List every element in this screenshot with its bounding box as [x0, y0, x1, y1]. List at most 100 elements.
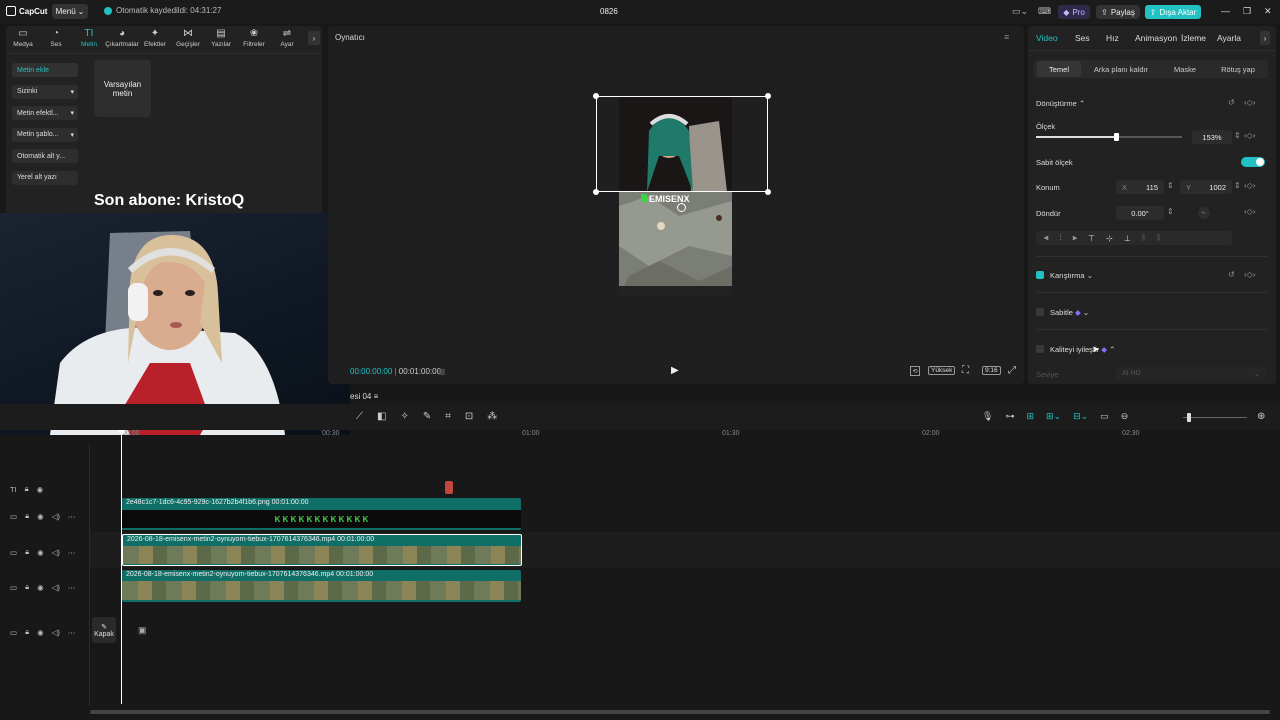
- list-icon[interactable]: ≡: [374, 392, 379, 401]
- more-icon[interactable]: ⋯: [68, 583, 76, 592]
- resize-handle[interactable]: [765, 93, 771, 99]
- keyframe-diamond-icon[interactable]: ‹◇›: [1244, 131, 1255, 140]
- export-button[interactable]: ⇧ Dışa Aktar: [1145, 5, 1201, 19]
- inspector-tab[interactable]: Video: [1036, 33, 1058, 43]
- share-button[interactable]: ⇪ Paylaş: [1096, 5, 1140, 19]
- align-center-h-icon[interactable]: ⫶: [1060, 233, 1062, 243]
- lock-icon[interactable]: 🔒︎: [25, 582, 29, 592]
- tool-tab-geçişler[interactable]: ⋈ Geçişler: [173, 28, 203, 52]
- freeze-icon[interactable]: ✧: [400, 411, 408, 422]
- tool-tab-yazılar[interactable]: ▤ Yazılar: [206, 28, 236, 52]
- playhead[interactable]: [121, 430, 122, 704]
- keyframe-diamond-icon[interactable]: ‹◇›: [1244, 270, 1255, 279]
- align-left-icon[interactable]: ⫷: [1044, 233, 1049, 243]
- eye-icon[interactable]: ◉: [37, 512, 44, 521]
- stabilize-checkbox[interactable]: [1036, 308, 1044, 316]
- align-center-v-icon[interactable]: ⊹: [1106, 234, 1113, 243]
- blend-checkbox[interactable]: [1036, 271, 1044, 279]
- stepper-icon[interactable]: ⇕: [1167, 207, 1174, 216]
- layout-icon[interactable]: ▭⌄: [1012, 6, 1028, 17]
- more-icon[interactable]: ⋯: [68, 548, 76, 557]
- inspector-tab[interactable]: Ses: [1075, 33, 1090, 43]
- speaker-icon[interactable]: ◁): [52, 628, 60, 637]
- split-icon[interactable]: ⟋: [356, 411, 363, 422]
- resize-handle[interactable]: [593, 93, 599, 99]
- keyframe-diamond-icon[interactable]: ‹◇›: [1244, 207, 1255, 216]
- more-icon[interactable]: ⋯: [68, 512, 76, 521]
- sidebar-item[interactable]: Otomatik alt y...: [12, 149, 78, 163]
- scale-slider[interactable]: [1036, 133, 1182, 141]
- magic-icon[interactable]: ✎: [423, 411, 431, 422]
- inspector-subtab[interactable]: Arka planı kaldır: [1086, 61, 1156, 77]
- eye-icon[interactable]: ◉: [37, 548, 44, 557]
- inspector-subtab[interactable]: Temel: [1037, 61, 1081, 77]
- magnet-icon[interactable]: ⊞: [1026, 411, 1034, 422]
- sidebar-item[interactable]: Metin ekle: [12, 63, 78, 77]
- zoom-slider-knob[interactable]: [1187, 413, 1191, 422]
- align-right-icon[interactable]: ⫸: [1073, 233, 1078, 243]
- tool-tab-efektler[interactable]: ✦ Efektler: [140, 28, 170, 52]
- reset-icon[interactable]: ↺: [1228, 270, 1235, 279]
- uniform-scale-toggle[interactable]: [1241, 157, 1265, 167]
- zoom-in-icon[interactable]: ⊕: [1257, 411, 1265, 422]
- stepper-icon[interactable]: ⇕: [1167, 181, 1174, 190]
- microphone-icon[interactable]: 🎙: [982, 411, 993, 422]
- lock-icon[interactable]: 🔒︎: [25, 547, 29, 557]
- reset-icon[interactable]: ↺: [1228, 98, 1235, 107]
- snap-icon[interactable]: ⊞⌄: [1046, 411, 1061, 422]
- default-text-card[interactable]: Varsayılan metin: [94, 60, 151, 117]
- enhance-checkbox[interactable]: [1036, 345, 1044, 353]
- enhance-section[interactable]: Kaliteyi iyileştir ◆ ⌃: [1050, 345, 1115, 354]
- eye-icon[interactable]: ◉: [37, 485, 44, 494]
- ratio-lock-icon[interactable]: ⟲: [910, 366, 920, 376]
- chevron-right-icon[interactable]: ›: [1260, 31, 1270, 45]
- resize-handle[interactable]: [765, 189, 771, 195]
- image-clip[interactable]: 2e48c1c7-1dc6-4c95-929c-1627b2b4f1b6.png…: [122, 498, 521, 530]
- tool-tab-ayar[interactable]: ⇌ Ayar: [272, 28, 302, 52]
- tool-tab-metin[interactable]: TI Metin: [74, 28, 104, 52]
- distribute-v-icon[interactable]: ⫼: [1156, 233, 1160, 243]
- video-clip-selected[interactable]: 2026-08-18-emisenx-metin2-oynuyorn-tiebu…: [122, 534, 522, 566]
- replace-icon[interactable]: ⊡: [465, 411, 473, 422]
- scale-slider-knob[interactable]: [1114, 133, 1120, 141]
- speaker-icon[interactable]: ◁): [52, 583, 60, 592]
- ratio-selector[interactable]: 9:16: [982, 366, 1001, 375]
- tool-tab-medya[interactable]: ▭ Medya: [8, 28, 38, 52]
- marker[interactable]: [445, 481, 453, 494]
- selection-box[interactable]: [596, 96, 768, 192]
- close-icon[interactable]: ✕: [1264, 6, 1272, 17]
- stepper-icon[interactable]: ⇕: [1234, 131, 1241, 140]
- lock-icon[interactable]: 🔒︎: [25, 627, 29, 637]
- lock-icon[interactable]: 🔒︎: [25, 484, 29, 494]
- mirror-icon[interactable]: ◧: [377, 411, 386, 422]
- scale-value-input[interactable]: 153%: [1192, 130, 1232, 144]
- distribute-h-icon[interactable]: ⫼: [1142, 233, 1146, 243]
- align-bottom-icon[interactable]: ⊥: [1124, 234, 1131, 243]
- more-icon[interactable]: ⋯: [68, 628, 76, 637]
- cover-button[interactable]: ✎ Kapak: [92, 617, 116, 643]
- inspector-tab[interactable]: Hız: [1106, 33, 1119, 43]
- keyframe-diamond-icon[interactable]: ‹◇›: [1244, 98, 1255, 107]
- quality-selector[interactable]: Yüksek: [928, 366, 956, 375]
- sidebar-item[interactable]: Metin şablo... ▾: [12, 127, 78, 142]
- eye-icon[interactable]: ◉: [37, 583, 44, 592]
- zoom-slider[interactable]: [1183, 413, 1247, 422]
- tool-tab-ses[interactable]: ◔ Ses: [41, 28, 71, 52]
- timeline-scrollbar[interactable]: [90, 710, 1270, 714]
- pro-button[interactable]: ◆ Pro: [1058, 5, 1090, 19]
- tool-tab-çıkartmalar[interactable]: ◕ Çıkartmalar: [105, 28, 139, 52]
- rotate-input[interactable]: 0.00°: [1116, 206, 1164, 220]
- inspector-subtab[interactable]: Maske: [1161, 61, 1209, 77]
- zoom-out-icon[interactable]: ⊖: [1121, 411, 1129, 422]
- speaker-icon[interactable]: ◁): [52, 548, 60, 557]
- tool-tab-filtreler[interactable]: ❀ Filtreler: [239, 28, 269, 52]
- inspector-tab[interactable]: Ayarla: [1217, 33, 1241, 43]
- rotate-handle-icon[interactable]: [677, 203, 686, 212]
- speaker-icon[interactable]: ◁): [52, 512, 60, 521]
- film-icon[interactable]: ▣: [138, 625, 147, 636]
- resize-handle[interactable]: [593, 189, 599, 195]
- play-icon[interactable]: ▶: [671, 365, 679, 376]
- preview-axis-icon[interactable]: ⊟⌄: [1073, 411, 1088, 422]
- shortcuts-icon[interactable]: ⌨: [1038, 6, 1051, 17]
- inspector-tab[interactable]: İzleme: [1181, 33, 1206, 43]
